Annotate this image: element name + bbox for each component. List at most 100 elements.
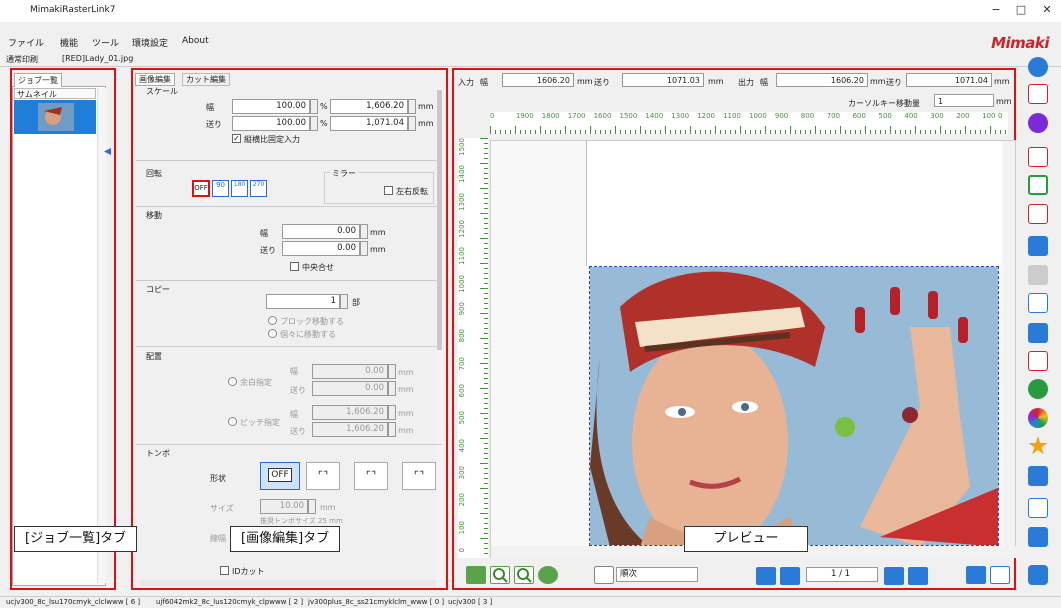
refresh-icon[interactable] [538,566,558,584]
ruler-top-label: 1800 [541,112,560,120]
move-width-spinner[interactable] [360,224,368,239]
close-button[interactable]: ✕ [1036,2,1058,18]
scale-width-mm-spinner[interactable] [408,99,416,114]
margin-width-spinner[interactable] [388,364,396,379]
color-wheel-icon[interactable] [1028,408,1048,428]
cursor-move-select[interactable]: 1 [934,94,994,107]
scale-feed-mm[interactable]: 1,071.04 [330,116,408,131]
tombo-type1-button[interactable]: ⌜⌝ [306,462,340,490]
copy-count-spinner[interactable] [340,294,348,309]
cut-icon[interactable] [1028,351,1048,371]
pitch-feed-input[interactable]: 1,606.20 [312,422,388,437]
tombo-type3-button[interactable]: ⌜⌝ [402,462,436,490]
margin-feed-spinner[interactable] [388,381,396,396]
job-settings-icon[interactable] [1028,84,1048,104]
zoom-out-icon[interactable] [490,566,510,584]
move-feed-spinner[interactable] [360,241,368,256]
go-icon[interactable] [966,566,986,584]
export-icon[interactable] [1028,498,1048,518]
menu-function[interactable]: 機能 [60,36,78,49]
top-ruler: 0 1900 1800 1700 1600 1500 1400 1300 1200 1100 100… [490,112,1008,134]
ruler-left-label: 1100 [458,247,466,266]
ruler-left-label: 400 [458,438,466,453]
next-page-icon[interactable] [884,567,904,585]
tombo-off-button[interactable]: OFF [260,462,300,490]
maximize-button[interactable]: □ [1010,2,1032,18]
tombo-size-input[interactable]: 10.00 [260,499,308,514]
margin-width-input[interactable]: 0.00 [312,364,388,379]
scale-width-mm[interactable]: 1,606.20 [330,99,408,114]
quality-icon[interactable] [1028,113,1048,133]
preview-canvas[interactable] [490,140,1017,558]
pitch-width-spinner[interactable] [388,405,396,420]
tombo-type2-button[interactable]: ⌜⌝ [354,462,388,490]
ruler-top-label: 1000 [749,112,767,120]
printer-status-1: ucjv300_8c_lsu170cmyk_clclwww [ 6 ] [6,598,141,606]
margin-feed-input[interactable]: 0.00 [312,381,388,396]
margin-radio[interactable] [228,377,237,386]
order-select[interactable]: 順次 [616,567,698,582]
mirror-lr-checkbox[interactable] [384,186,393,195]
scale-width-pct[interactable]: 100.00 [232,99,310,114]
print-go-icon[interactable] [1028,293,1048,313]
aspect-lock-checkbox[interactable]: ✓ [232,134,241,143]
rotate-180-button[interactable]: 180 [231,180,248,197]
order-icon[interactable] [594,566,614,584]
layout-icon[interactable] [1028,175,1048,195]
pitch-feed-spinner[interactable] [388,422,396,437]
tombo-size-spinner[interactable] [308,499,316,514]
id-cut-checkbox[interactable] [220,566,229,575]
zoom-in-icon[interactable] [514,566,534,584]
help-icon[interactable] [1028,565,1048,585]
pitch-width-input[interactable]: 1,606.20 [312,405,388,420]
ruler-left-label: 1200 [458,220,466,238]
layers-icon[interactable] [1028,379,1048,399]
menu-tools[interactable]: ツール [92,36,119,49]
move-width-input[interactable]: 0.00 [282,224,360,239]
center-checkbox[interactable] [290,262,299,271]
tab-cut-edit[interactable]: カット編集 [182,73,230,86]
special-icon[interactable] [1028,323,1048,343]
move-feed-input[interactable]: 0.00 [282,241,360,256]
copy-count-input[interactable]: 1 [266,294,340,309]
undo-icon[interactable] [990,566,1010,584]
prev-page-icon[interactable] [780,567,800,585]
preview-vscrollbar[interactable] [1003,141,1015,546]
menu-file[interactable]: ファイル [8,36,44,49]
info-icon[interactable] [1028,57,1048,77]
grid-icon[interactable] [1028,236,1048,256]
ruler-top-label: 300 [930,112,944,120]
menu-settings[interactable]: 環境設定 [132,36,168,49]
scale-width-pct-spinner[interactable] [310,99,318,114]
pitch-radio[interactable] [228,417,237,426]
tile-icon[interactable] [1028,204,1048,224]
mm-unit: mm [320,503,336,512]
scale-feed-pct[interactable]: 100.00 [232,116,310,131]
scale-feed-mm-spinner[interactable] [408,116,416,131]
each-move-radio[interactable] [268,329,277,338]
image-preview[interactable] [589,266,999,546]
editor-scrollbar[interactable] [436,86,443,586]
fit-icon[interactable] [466,566,486,584]
tab-image-edit[interactable]: 画像編集 [135,73,175,86]
crop-icon[interactable] [1028,147,1048,167]
app-title: MimakiRasterLink7 [30,5,116,15]
last-page-icon[interactable] [908,567,928,585]
favorite-icon[interactable] [1028,436,1048,455]
copy-icon[interactable] [1028,265,1048,285]
rotate-off-button[interactable]: OFF [192,180,210,197]
first-page-icon[interactable] [756,567,776,585]
block-move-radio[interactable] [268,316,277,325]
document-icon[interactable] [1028,466,1048,486]
menu-about[interactable]: About [182,36,209,46]
editor-hscrollbar[interactable] [140,580,436,586]
scale-feed-pct-spinner[interactable] [310,116,318,131]
rotate-270-button[interactable]: 270 [250,180,267,197]
ruler-left-label: 1000 [458,274,466,293]
divider [136,280,442,281]
title-bar: MimakiRasterLink7 − □ ✕ [0,0,1061,22]
trash-icon[interactable] [1028,527,1048,547]
rotate-90-button[interactable]: 90 [212,180,229,197]
page-indicator[interactable]: 1 / 1 [806,567,878,582]
minimize-button[interactable]: − [985,2,1007,18]
